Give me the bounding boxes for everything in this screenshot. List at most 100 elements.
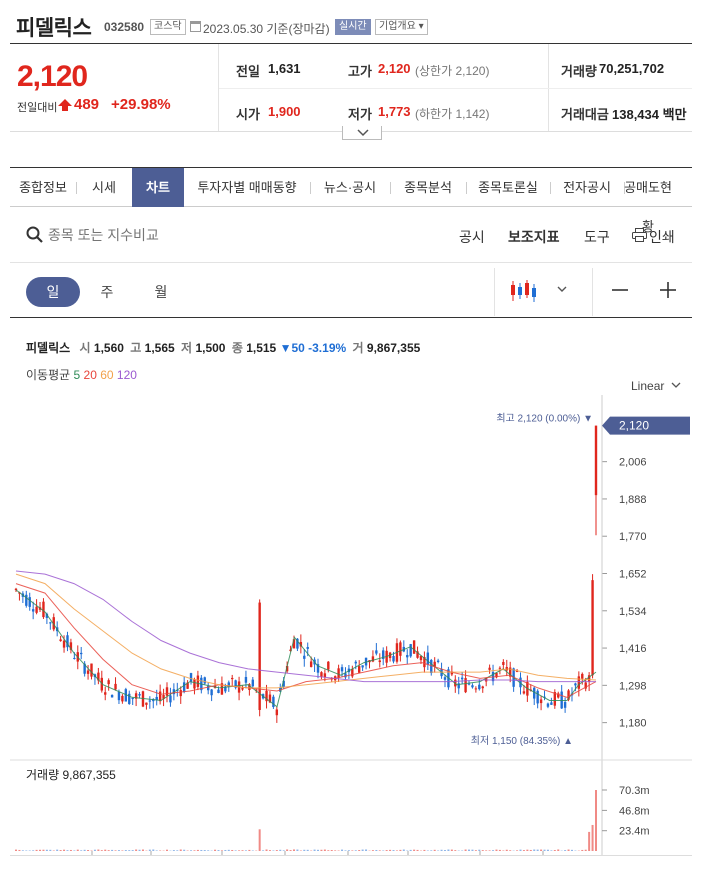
volume-bar — [224, 849, 227, 851]
candle — [436, 658, 440, 664]
high-value: 2,120 — [378, 61, 411, 76]
price-chart[interactable]: 2,006 1,888 1,770 1,652 1,534 1,416 1,298 1,180… — [10, 395, 692, 855]
volume-bar — [73, 850, 76, 851]
tab-1[interactable]: 시세 — [76, 168, 132, 207]
tab-4[interactable]: 뉴스·공시 — [310, 168, 390, 207]
volume-bar — [498, 849, 501, 851]
compare-search-input[interactable] — [48, 224, 248, 246]
tab-0[interactable]: 종합정보 — [10, 168, 76, 207]
main-tab-bar: 종합정보 시세 차트 투자자별 매매동향 뉴스·공시 종목분석 종목토론실 전자공시 공매도현황 — [10, 167, 692, 234]
search-icon[interactable] — [26, 226, 44, 244]
volume-bar — [365, 849, 368, 851]
volume-bar — [450, 849, 453, 851]
candle — [361, 665, 364, 671]
period-month-tab[interactable]: 월 — [134, 277, 188, 307]
volume-bar — [42, 849, 45, 851]
tab-3[interactable]: 투자자별 매매동향 — [184, 168, 310, 207]
volume-bar — [313, 849, 316, 851]
tools-button[interactable]: 도구 — [584, 227, 610, 247]
volume-bar — [385, 850, 388, 851]
candle — [546, 702, 550, 709]
volume-bar — [358, 850, 361, 851]
candle — [478, 679, 481, 691]
disclosure-button[interactable]: 공시 — [459, 227, 485, 247]
chevron-down-icon[interactable] — [556, 284, 568, 294]
prev-close-value: 1,631 — [268, 61, 301, 76]
candle — [121, 694, 124, 704]
expand-quote-button[interactable] — [342, 126, 382, 140]
company-overview-button[interactable]: 기업개요 ▾ — [375, 19, 428, 35]
max-price-label: 최고 2,120 (0.00%) ▼ — [496, 413, 593, 425]
candle — [28, 592, 31, 611]
candle — [42, 598, 45, 619]
stock-code: 032580 — [104, 20, 145, 34]
volume-bar — [279, 849, 282, 851]
open-value: 1,900 — [268, 104, 301, 119]
y-tick-label: 1,416 — [619, 643, 647, 655]
candle — [114, 677, 117, 691]
tab-6[interactable]: 종목토론실 — [466, 168, 550, 207]
volume-bar — [15, 849, 17, 851]
candle — [272, 694, 275, 709]
volume-bar — [303, 849, 306, 851]
info-change: ▼50 -3.19% — [279, 341, 347, 355]
volume-bar — [83, 849, 86, 851]
tab-2[interactable]: 차트 — [132, 168, 184, 207]
candle — [433, 657, 436, 673]
volume-bar — [375, 849, 378, 851]
candle — [31, 601, 35, 620]
volume-bar — [286, 849, 289, 851]
indicators-button[interactable]: 보조지표 — [508, 227, 560, 247]
candle — [539, 696, 543, 711]
volume-bar — [402, 849, 405, 851]
print-button[interactable]: 인쇄 — [649, 227, 675, 247]
printer-icon[interactable] — [632, 228, 647, 242]
scale-selector[interactable]: Linear — [631, 379, 682, 393]
candle — [206, 682, 210, 695]
volume-bar — [203, 850, 206, 851]
period-week-tab[interactable]: 주 — [80, 277, 134, 307]
stock-name: 피델릭스 — [16, 17, 92, 40]
amount-value: 138,434 백만 — [612, 107, 687, 122]
zoom-out-icon[interactable] — [610, 282, 630, 298]
volume-bar — [395, 850, 398, 851]
tab-8[interactable]: 공매도현황 — [624, 168, 672, 234]
candle — [241, 685, 244, 691]
candlestick-type-icon[interactable] — [510, 279, 538, 303]
candle — [536, 689, 539, 709]
candle — [388, 651, 392, 662]
volume-bar — [591, 824, 594, 851]
min-price-label: 최저 1,150 (84.35%) ▲ — [471, 735, 573, 747]
candle — [347, 664, 351, 679]
volume-bar — [557, 849, 560, 851]
volume-bar — [371, 850, 374, 851]
period-day-tab[interactable]: 일 — [26, 277, 80, 307]
tab-7[interactable]: 전자공시 — [550, 168, 624, 207]
volume-bar — [485, 850, 488, 851]
volume-bar — [231, 849, 234, 851]
volume-bar — [56, 849, 59, 851]
volume-bar — [131, 850, 134, 851]
volume-bar — [59, 850, 62, 851]
candle — [220, 676, 224, 695]
candle — [375, 643, 378, 656]
volume-bar — [63, 849, 66, 851]
zoom-in-icon[interactable] — [658, 281, 678, 299]
volume-bar — [409, 849, 412, 851]
candle — [25, 590, 28, 608]
base-date: 2023.05.30 기준(장마감) — [203, 22, 330, 36]
change-value: 489 — [74, 96, 100, 113]
candle — [464, 670, 467, 694]
y-tick-label: 2,006 — [619, 457, 647, 469]
y-tick-label: 1,298 — [619, 680, 647, 692]
tab-5[interactable]: 종목분석 — [390, 168, 466, 207]
candle — [406, 649, 409, 665]
lower-limit: (하한가 1,142) — [415, 107, 490, 121]
candle — [110, 694, 114, 698]
candle — [423, 651, 426, 673]
volume-bar — [76, 849, 79, 851]
candle — [395, 638, 399, 664]
realtime-badge[interactable]: 실시간 — [335, 19, 371, 35]
volume-bar — [25, 850, 28, 851]
volume-bar — [570, 849, 573, 851]
